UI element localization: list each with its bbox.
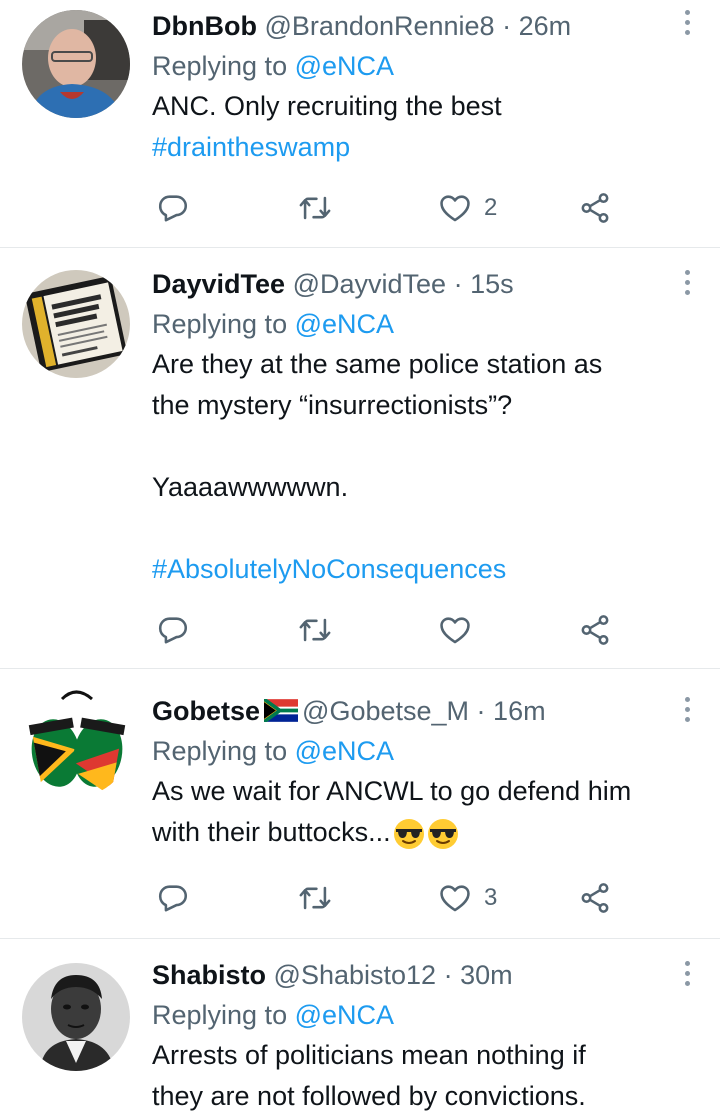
replying-to-label: Replying to bbox=[152, 1000, 288, 1030]
tweet-text: Are they at the same police station as t… bbox=[152, 344, 670, 590]
retweet-icon bbox=[299, 196, 331, 220]
avatar-shabisto-image bbox=[22, 963, 130, 1071]
avatar-shabisto[interactable] bbox=[22, 963, 130, 1071]
tweet-text-fragment: with their buttocks... bbox=[152, 817, 391, 847]
share-button[interactable] bbox=[578, 188, 612, 228]
author-handle[interactable]: @Gobetse_M bbox=[302, 696, 469, 726]
author-name[interactable]: Gobetse bbox=[152, 696, 260, 726]
reply-button[interactable] bbox=[156, 188, 190, 228]
author-name[interactable]: Shabisto bbox=[152, 960, 266, 990]
replying-to-mention[interactable]: @eNCA bbox=[295, 309, 394, 339]
more-options-icon[interactable] bbox=[682, 695, 692, 725]
author-name[interactable]: DbnBob bbox=[152, 11, 257, 41]
hashtag-link[interactable]: #draintheswamp bbox=[152, 127, 670, 168]
sunglasses-emoji-icon bbox=[393, 818, 424, 849]
replying-to-line: Replying to @eNCA bbox=[152, 995, 670, 1035]
retweet-icon bbox=[299, 618, 331, 642]
tweet-text-line: Arrests of politicians mean nothing if bbox=[152, 1040, 586, 1070]
tweet-text-line: they are not followed by convictions. bbox=[152, 1081, 586, 1111]
avatar-dbnbob[interactable] bbox=[22, 10, 130, 118]
replying-to-mention[interactable]: @eNCA bbox=[295, 51, 394, 81]
tweet-text-line-with-emoji: with their buttocks... bbox=[152, 812, 670, 853]
separator-dot: · bbox=[476, 696, 486, 726]
avatar-dbnbob-image bbox=[22, 10, 130, 118]
tweet-text: As we wait for ANCWL to go defend him wi… bbox=[152, 771, 670, 853]
reply-icon bbox=[158, 885, 188, 912]
retweet-button[interactable] bbox=[298, 188, 332, 228]
tweet-text-line: Are they at the same police station as bbox=[152, 349, 603, 379]
sunglasses-emoji-icon bbox=[427, 818, 458, 849]
tweet-text: ANC. Only recruiting the best #drainthes… bbox=[152, 86, 670, 168]
replying-to-label: Replying to bbox=[152, 51, 288, 81]
replying-to-line: Replying to @eNCA bbox=[152, 46, 670, 86]
separator-dot: · bbox=[502, 11, 512, 41]
replying-to-line: Replying to @eNCA bbox=[152, 304, 670, 344]
tweet-text: Arrests of politicians mean nothing if t… bbox=[152, 1035, 670, 1117]
more-options-icon[interactable] bbox=[682, 268, 692, 298]
replying-to-line: Replying to @eNCA bbox=[152, 731, 670, 771]
share-icon bbox=[581, 615, 609, 645]
tweet-actions: 3 bbox=[152, 878, 672, 918]
more-options-icon[interactable] bbox=[682, 8, 692, 38]
author-handle[interactable]: @BrandonRennie8 bbox=[264, 11, 494, 41]
south-africa-flag-icon bbox=[264, 699, 299, 723]
replying-to-label: Replying to bbox=[152, 736, 288, 766]
like-count: 3 bbox=[484, 884, 498, 911]
share-icon bbox=[581, 883, 609, 913]
like-button[interactable]: 3 bbox=[438, 878, 497, 918]
avatar-gobetse-image bbox=[22, 689, 130, 797]
author-name[interactable]: DayvidTee bbox=[152, 269, 285, 299]
reply-button[interactable] bbox=[156, 878, 190, 918]
heart-icon bbox=[440, 195, 470, 222]
share-button[interactable] bbox=[578, 878, 612, 918]
retweet-button[interactable] bbox=[298, 610, 332, 650]
avatar-gobetse[interactable] bbox=[22, 689, 130, 797]
tweet-actions bbox=[152, 610, 672, 650]
tweet-dayvidtee[interactable]: DayvidTee @DayvidTee · 15s Replying to @… bbox=[0, 248, 720, 669]
retweet-icon bbox=[299, 886, 331, 910]
avatar-dayvidtee-image bbox=[22, 270, 130, 378]
share-button[interactable] bbox=[578, 610, 612, 650]
avatar-dayvidtee[interactable] bbox=[22, 270, 130, 378]
tweet-text-line: ANC. Only recruiting the best bbox=[152, 91, 502, 121]
separator-dot: · bbox=[453, 269, 463, 299]
tweet-feed: DbnBob @BrandonRennie8 · 26m Replying to… bbox=[0, 0, 720, 1118]
tweet-actions: 2 bbox=[152, 188, 672, 228]
reply-icon bbox=[158, 195, 188, 222]
replying-to-mention[interactable]: @eNCA bbox=[295, 736, 394, 766]
heart-icon bbox=[440, 617, 470, 644]
tweet-dbnbob[interactable]: DbnBob @BrandonRennie8 · 26m Replying to… bbox=[0, 0, 720, 248]
like-button[interactable] bbox=[438, 610, 472, 650]
tweet-time[interactable]: 30m bbox=[460, 960, 513, 990]
tweet-text-line: Yaaaawwwwwn. bbox=[152, 472, 349, 502]
tweet-time[interactable]: 26m bbox=[519, 11, 572, 41]
tweet-gobetse[interactable]: Gobetse @Gobetse_M · 16m Replying to @eN… bbox=[0, 669, 720, 939]
separator-dot: · bbox=[443, 960, 453, 990]
tweet-shabisto[interactable]: Shabisto @Shabisto12 · 30m Replying to @… bbox=[0, 939, 720, 1118]
more-options-icon[interactable] bbox=[682, 959, 692, 989]
retweet-button[interactable] bbox=[298, 878, 332, 918]
replying-to-mention[interactable]: @eNCA bbox=[295, 1000, 394, 1030]
replying-to-label: Replying to bbox=[152, 309, 288, 339]
like-button[interactable]: 2 bbox=[438, 188, 497, 228]
author-handle[interactable]: @DayvidTee bbox=[293, 269, 446, 299]
heart-icon bbox=[440, 885, 470, 912]
tweet-time[interactable]: 16m bbox=[493, 696, 546, 726]
tweet-text-line: As we wait for ANCWL to go defend him bbox=[152, 776, 632, 806]
share-icon bbox=[581, 193, 609, 223]
reply-icon bbox=[158, 617, 188, 644]
tweet-text-line: the mystery “insurrectionists”? bbox=[152, 390, 513, 420]
author-handle[interactable]: @Shabisto12 bbox=[274, 960, 437, 990]
tweet-time[interactable]: 15s bbox=[470, 269, 514, 299]
reply-button[interactable] bbox=[156, 610, 190, 650]
hashtag-link[interactable]: #AbsolutelyNoConsequences bbox=[152, 549, 670, 590]
like-count: 2 bbox=[484, 194, 498, 221]
